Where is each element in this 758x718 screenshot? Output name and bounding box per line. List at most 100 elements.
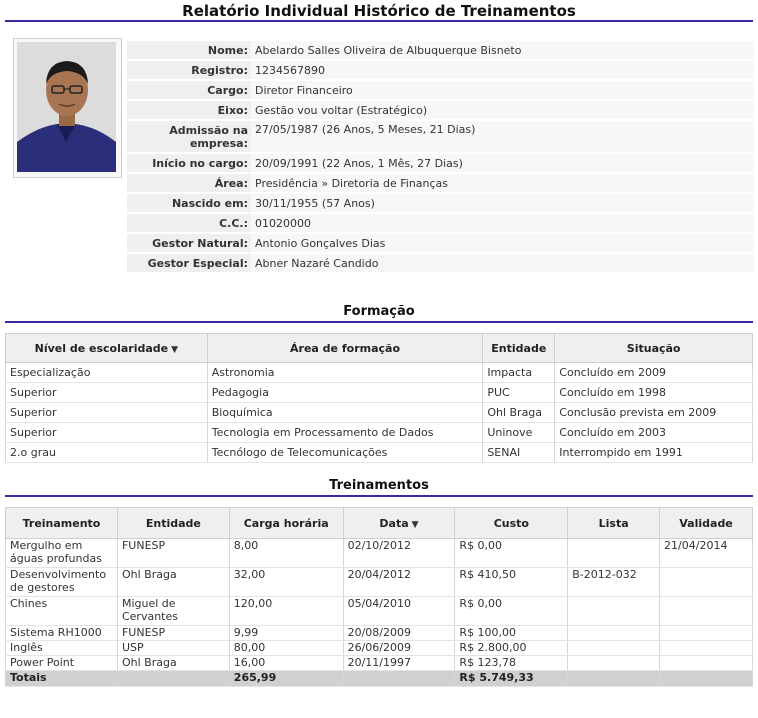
formacao-row: Especialização Astronomia Impacta Concluído… xyxy=(5,362,753,383)
treinamento-cell: 26/06/2009 xyxy=(343,640,456,656)
treinamento-cell: 20/11/1997 xyxy=(343,655,456,671)
treinamento-cell: 80,00 xyxy=(229,640,344,656)
field-label: Eixo: xyxy=(127,101,251,119)
formacao-cell: Superior xyxy=(5,382,208,403)
field-value: 01020000 xyxy=(251,214,754,232)
treinamento-cell: Sistema RH1000 xyxy=(5,625,118,641)
treinamento-cell: Inglês xyxy=(5,640,118,656)
formacao-cell: Conclusão prevista em 2009 xyxy=(554,402,753,423)
treinamento-cell: Desenvolvimento de gestores xyxy=(5,567,118,597)
page-title: Relatório Individual Histórico de Treina… xyxy=(182,2,576,20)
formacao-cell: PUC xyxy=(482,382,556,403)
formacao-section-title: Formação xyxy=(343,304,415,319)
treinamento-cell: 32,00 xyxy=(229,567,344,597)
caret-down-icon: ▼ xyxy=(171,344,179,355)
treinamento-row: Power Point Ohl Braga 16,00 20/11/1997 R$ 12… xyxy=(5,655,753,671)
formacao-cell: Astronomia xyxy=(207,362,484,383)
formacao-cell: Concluído em 2003 xyxy=(554,422,753,443)
employee-field-row: Área: Presidência » Diretoria de Finanças xyxy=(127,174,754,192)
treinamento-cell: 20/04/2012 xyxy=(343,567,456,597)
treinamento-cell xyxy=(567,625,661,641)
field-label: Cargo: xyxy=(127,81,251,99)
treinamento-cell: R$ 100,00 xyxy=(454,625,569,641)
employee-field-row: Admissão na empresa: 27/05/1987 (26 Anos,… xyxy=(127,121,754,152)
treinamento-cell: R$ 2.800,00 xyxy=(454,640,569,656)
caret-down-icon: ▼ xyxy=(411,519,419,530)
formacao-cell: Interrompido em 1991 xyxy=(554,442,753,463)
employee-photo-frame xyxy=(13,38,122,178)
employee-field-row: Gestor Especial: Abner Nazaré Candido xyxy=(127,254,754,272)
formacao-cell: Especialização xyxy=(5,362,208,383)
formacao-row: Superior Pedagogia PUC Concluído em 1998 xyxy=(5,382,753,403)
treinamento-cell xyxy=(659,640,753,656)
formacao-cell: Bioquímica xyxy=(207,402,484,423)
field-value: 30/11/1955 (57 Anos) xyxy=(251,194,754,212)
treinamento-cell: 16,00 xyxy=(229,655,344,671)
treinamento-cell xyxy=(659,655,753,671)
field-label: Gestor Natural: xyxy=(127,234,251,252)
treinamento-cell: FUNESP xyxy=(117,538,230,568)
col-entidade: Entidade xyxy=(482,333,556,363)
field-label: Admissão na empresa: xyxy=(127,121,251,152)
field-value: Presidência » Diretoria de Finanças xyxy=(251,174,754,192)
treinamento-cell xyxy=(659,625,753,641)
formacao-cell: Ohl Braga xyxy=(482,402,556,423)
treinamento-cell: R$ 0,00 xyxy=(454,538,569,568)
col-entidade: Entidade xyxy=(116,507,230,539)
person-portrait-icon xyxy=(17,42,116,172)
employee-field-row: C.C.: 01020000 xyxy=(127,214,754,232)
formacao-cell: Pedagogia xyxy=(207,382,484,403)
field-value: Diretor Financeiro xyxy=(251,81,754,99)
field-label: Registro: xyxy=(127,61,251,79)
formacao-cell: Concluído em 1998 xyxy=(554,382,753,403)
treinamento-cell xyxy=(567,655,661,671)
field-value: 20/09/1991 (22 Anos, 1 Mês, 27 Dias) xyxy=(251,154,754,172)
col-lista: Lista xyxy=(567,507,661,539)
treinamentos-table: Treinamento Entidade Carga horária Data ▼… xyxy=(5,507,753,687)
totals-carga: 265,99 xyxy=(229,670,344,687)
treinamento-cell: 8,00 xyxy=(229,538,344,568)
treinamento-row: Mergulho em águas profundas FUNESP 8,00 02/… xyxy=(5,538,753,568)
formacao-cell: SENAI xyxy=(482,442,556,463)
field-value: Abner Nazaré Candido xyxy=(251,254,754,272)
formacao-table: Nível de escolaridade ▼ Área de formação … xyxy=(5,333,753,463)
treinamento-cell: R$ 0,00 xyxy=(454,596,569,626)
employee-field-row: Registro: 1234567890 xyxy=(127,61,754,79)
col-treinamento: Treinamento xyxy=(5,507,118,539)
formacao-cell: Superior xyxy=(5,402,208,423)
employee-field-row: Nome: Abelardo Salles Oliveira de Albuque… xyxy=(127,41,754,59)
employee-field-row: Início no cargo: 20/09/1991 (22 Anos, 1 M… xyxy=(127,154,754,172)
treinamento-cell: 20/08/2009 xyxy=(343,625,456,641)
employee-photo xyxy=(17,42,116,172)
treinamento-cell: 9,99 xyxy=(229,625,344,641)
employee-field-row: Gestor Natural: Antonio Gonçalves Dias xyxy=(127,234,754,252)
field-label: Área: xyxy=(127,174,251,192)
treinamento-cell: USP xyxy=(117,640,230,656)
treinamentos-section-title: Treinamentos xyxy=(329,478,429,493)
formacao-cell: Tecnólogo de Telecomunicações xyxy=(207,442,484,463)
treinamento-cell xyxy=(567,640,661,656)
treinamento-row: Inglês USP 80,00 26/06/2009 R$ 2.800,00 xyxy=(5,640,753,656)
formacao-divider xyxy=(5,321,753,323)
field-label: Início no cargo: xyxy=(127,154,251,172)
treinamento-cell xyxy=(659,567,753,597)
treinamento-cell: Mergulho em águas profundas xyxy=(5,538,118,568)
treinamento-cell: B-2012-032 xyxy=(567,567,661,597)
employee-field-row: Cargo: Diretor Financeiro xyxy=(127,81,754,99)
treinamento-cell xyxy=(659,596,753,626)
treinamento-cell xyxy=(567,596,661,626)
title-divider xyxy=(5,20,753,22)
treinamento-row: Chines Miguel de Cervantes 120,00 05/04/201… xyxy=(5,596,753,626)
employee-field-row: Nascido em: 30/11/1955 (57 Anos) xyxy=(127,194,754,212)
formacao-cell: Superior xyxy=(5,422,208,443)
col-data[interactable]: Data ▼ xyxy=(342,507,456,539)
treinamento-cell: FUNESP xyxy=(117,625,230,641)
treinamento-cell: Chines xyxy=(5,596,118,626)
treinamento-cell: Ohl Braga xyxy=(117,655,230,671)
treinamentos-divider xyxy=(5,495,753,497)
field-label: Nome: xyxy=(127,41,251,59)
col-nivel-escolaridade[interactable]: Nível de escolaridade ▼ xyxy=(5,333,208,363)
formacao-cell: Concluído em 2009 xyxy=(554,362,753,383)
employee-field-row: Eixo: Gestão vou voltar (Estratégico) xyxy=(127,101,754,119)
field-value: Abelardo Salles Oliveira de Albuquerque … xyxy=(251,41,754,59)
